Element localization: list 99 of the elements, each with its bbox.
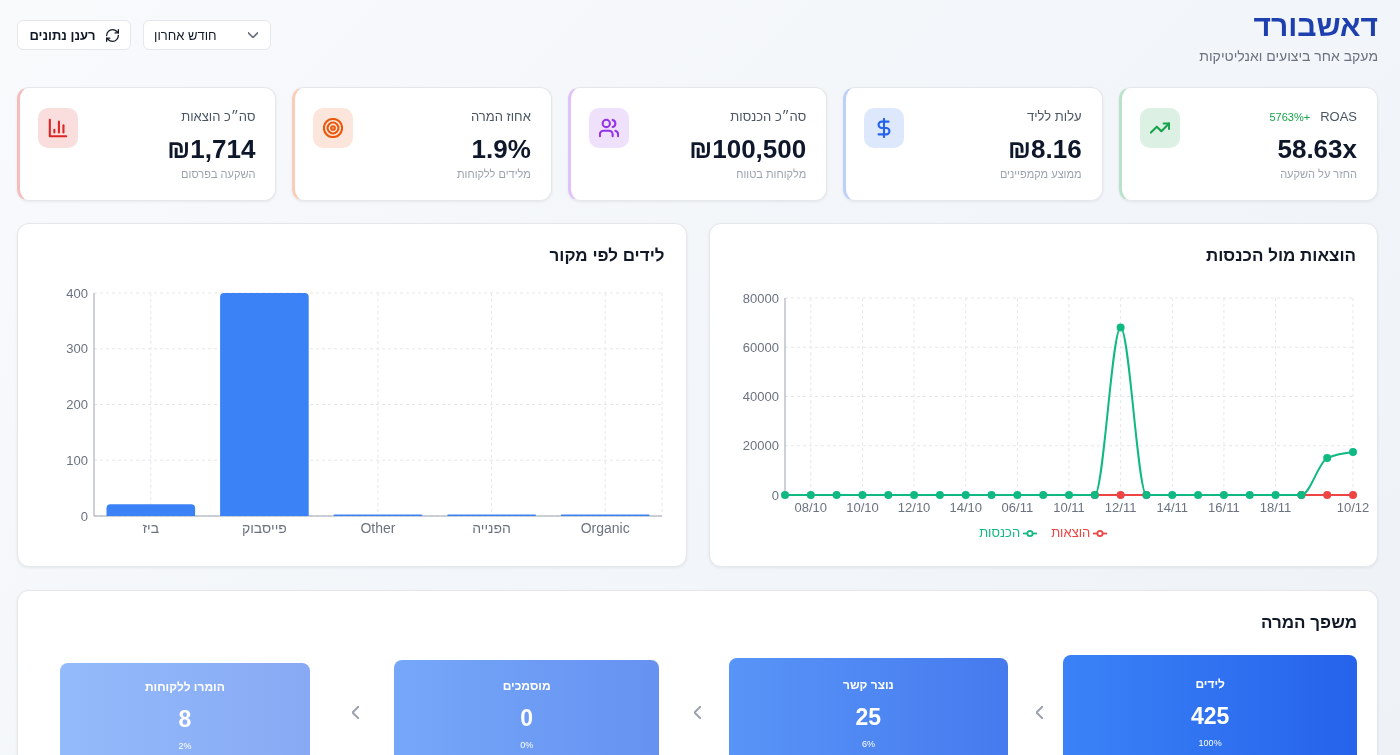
- kpi-label: אחוז המרה: [470, 108, 531, 126]
- data-point: [961, 491, 970, 499]
- stage-count: 425: [1190, 703, 1230, 729]
- axis-label: 100: [65, 452, 88, 468]
- data-point: [884, 491, 893, 499]
- refresh-icon: [105, 28, 119, 42]
- data-point: [1245, 491, 1254, 499]
- refresh-button[interactable]: רענן נתונים: [17, 20, 131, 50]
- stage-count: 0: [520, 705, 534, 732]
- period-select[interactable]: חודש אחרון: [143, 20, 271, 50]
- axis-label: Organic: [580, 520, 630, 536]
- data-point: [910, 491, 919, 499]
- chevron-left-icon: [352, 706, 360, 719]
- stage-count: 8: [178, 706, 192, 733]
- axis-label: פייסבוק: [241, 520, 287, 536]
- data-point: [1194, 491, 1203, 499]
- axis-label: הפנייה: [471, 520, 511, 536]
- funnel-title: משפך המרה: [1260, 612, 1357, 634]
- kpi-caption: מלידים ללקוחות: [456, 167, 531, 181]
- data-point: [987, 491, 996, 499]
- data-point: [1116, 491, 1125, 499]
- axis-label: ביז: [142, 520, 159, 536]
- kpi-caption: מלקוחות בטווח: [736, 167, 807, 181]
- data-point: [1219, 491, 1228, 499]
- stage-label: הומרו ללקוחות: [144, 680, 225, 695]
- data-point: [935, 491, 944, 499]
- kpi-value: 58.63x: [1277, 134, 1357, 164]
- kpi-label: ROAS: [1320, 108, 1357, 126]
- stage-label: נוצר קשר: [843, 678, 894, 693]
- chart-title: הוצאות מול הכנסות: [1206, 245, 1356, 267]
- data-point: [1065, 491, 1073, 499]
- kpi-value: ₪100,500: [689, 134, 807, 164]
- data-point: [806, 491, 815, 499]
- stage-percent: 100%: [1198, 737, 1222, 749]
- axis-label: 14/11: [1156, 500, 1189, 515]
- data-point: [1349, 447, 1357, 456]
- axis-label: 0: [771, 487, 779, 503]
- data-point: [832, 491, 841, 499]
- data-point: [1142, 491, 1151, 499]
- kpi-label: סה״כ הכנסות: [730, 108, 807, 126]
- data-point: [1039, 491, 1048, 499]
- axis-label: 400: [65, 285, 88, 301]
- chevron-left-icon: [694, 706, 701, 719]
- target-icon: [313, 108, 354, 148]
- kpi-value: ₪1,714: [167, 134, 256, 164]
- kpi-label: סה״כ הוצאות: [181, 108, 256, 126]
- kpi-caption: השקעה בפרסום: [181, 167, 256, 181]
- kpi-caption: החזר על השקעה: [1280, 167, 1357, 181]
- axis-label: Other: [360, 520, 395, 536]
- trending-up-icon: [1139, 108, 1180, 148]
- data-point: [1090, 491, 1099, 499]
- data-point: [1297, 491, 1306, 499]
- bar-chart-icon: [38, 108, 78, 148]
- axis-label: 08/10: [794, 500, 828, 515]
- data-point: [1271, 491, 1280, 499]
- data-point: [1349, 491, 1357, 499]
- axis-label: 18/11: [1259, 500, 1292, 515]
- stage-label: לידים: [1195, 677, 1225, 691]
- change-percent: +5763%: [1269, 110, 1311, 125]
- data-point: [781, 491, 789, 499]
- chevron-down-icon: [248, 32, 258, 38]
- page-title: דאשבורד: [1252, 8, 1378, 44]
- axis-label: 12/10: [897, 500, 931, 515]
- axis-label: 200: [65, 397, 88, 413]
- data-point: [1323, 454, 1332, 463]
- axis-label: 0: [80, 508, 88, 524]
- axis-label: 06/11: [1001, 500, 1034, 515]
- stage-percent: 6%: [861, 738, 875, 751]
- stage-label: מוסמכים: [502, 679, 551, 694]
- kpi-caption: ממוצע מקמפיינים: [999, 167, 1082, 181]
- legend-label: הוצאות: [1051, 524, 1091, 542]
- kpi-label: עלות לליד: [1026, 108, 1082, 126]
- chevron-left-icon: [1035, 706, 1043, 719]
- kpi-value: ₪8.16: [1008, 134, 1082, 164]
- axis-label: 60000: [742, 339, 779, 355]
- data-point: [1323, 491, 1332, 499]
- axis-label: 12/11: [1104, 500, 1137, 515]
- axis-label: 10/12: [1336, 500, 1370, 515]
- data-point: [1168, 491, 1177, 499]
- axis-label: 16/11: [1208, 500, 1240, 515]
- kpi-value: 1.9%: [471, 134, 531, 164]
- data-point: [1013, 491, 1022, 499]
- data-point: [1116, 323, 1125, 332]
- axis-label: 80000: [742, 290, 779, 306]
- axis-label: 10/11: [1053, 500, 1085, 515]
- legend-label: הכנסות: [979, 524, 1021, 542]
- stage-percent: 2%: [178, 740, 192, 753]
- axis-label: 14/10: [949, 500, 982, 515]
- data-point: [858, 491, 867, 499]
- axis-label: 10/10: [846, 500, 879, 515]
- axis-label: 300: [65, 341, 88, 357]
- chart-title: לידים לפי מקור: [549, 245, 665, 267]
- stage-percent: 0%: [520, 739, 534, 752]
- dollar-icon: [864, 108, 905, 148]
- axis-label: 20000: [742, 438, 779, 454]
- stage-count: 25: [855, 704, 882, 731]
- people-icon: [588, 108, 629, 148]
- page-subtitle: מעקב אחר ביצועים ואנליטיקות: [1199, 47, 1378, 66]
- axis-label: 40000: [742, 389, 779, 405]
